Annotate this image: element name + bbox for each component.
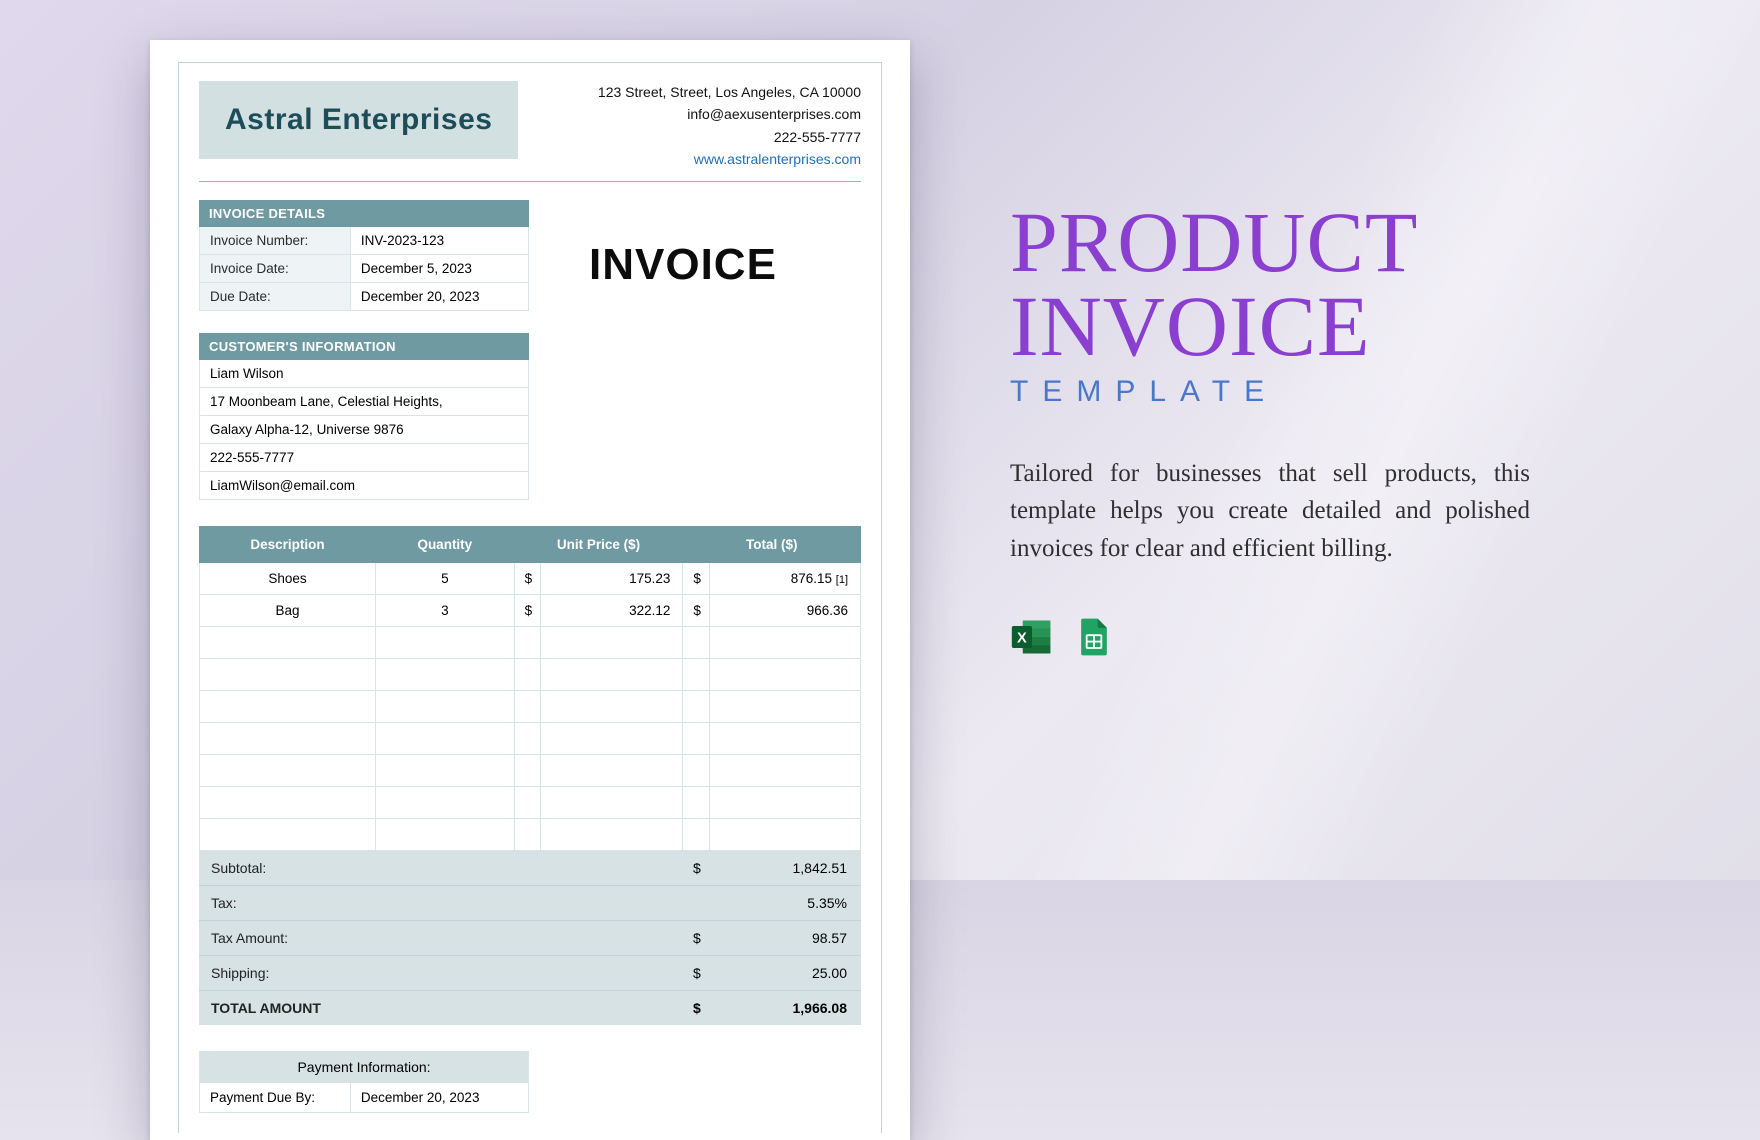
invoice-detail-row: Due Date:December 20, 2023 [199, 283, 529, 311]
total-value: 5.35% [711, 886, 861, 920]
customer-line: Liam Wilson [199, 360, 529, 388]
invoice-details-panel: INVOICE DETAILS Invoice Number:INV-2023-… [199, 200, 529, 311]
customer-line: 17 Moonbeam Lane, Celestial Heights, [199, 388, 529, 416]
company-contact: 123 Street, Street, Los Angeles, CA 1000… [598, 81, 861, 171]
line-items-table: DescriptionQuantityUnit Price ($)Total (… [199, 526, 861, 851]
currency-symbol: $ [514, 594, 541, 626]
total-label: Shipping: [199, 956, 681, 990]
line-item-row-empty [200, 626, 861, 658]
total-label: Tax: [199, 886, 681, 920]
customer-line-text: 222-555-7777 [200, 444, 528, 471]
item-qty: 3 [376, 594, 514, 626]
customer-line: LiamWilson@email.com [199, 472, 529, 500]
currency-symbol: $ [681, 991, 711, 1025]
items-header-cell: Unit Price ($) [514, 526, 683, 562]
invoice-detail-value: December 20, 2023 [351, 283, 528, 310]
invoice-detail-value: December 5, 2023 [351, 255, 528, 282]
customer-line-text: Liam Wilson [200, 360, 528, 387]
promo-subtitle: TEMPLATE [1010, 375, 1530, 409]
promo-block: PRODUCT INVOICE TEMPLATE Tailored for bu… [1010, 200, 1530, 659]
line-item-row-empty [200, 690, 861, 722]
google-sheets-icon [1072, 615, 1116, 659]
item-total: 876.15 [1] [709, 562, 860, 594]
total-label: Tax Amount: [199, 921, 681, 955]
total-label: TOTAL AMOUNT [199, 991, 681, 1025]
invoice-detail-key: Invoice Number: [200, 227, 351, 254]
currency-symbol: $ [681, 851, 711, 885]
total-value: 98.57 [711, 921, 861, 955]
excel-icon: X [1010, 615, 1054, 659]
line-item-row-empty [200, 754, 861, 786]
header-divider [199, 181, 861, 182]
total-row: Tax: 5.35% [199, 885, 861, 920]
items-header-cell: Total ($) [683, 526, 861, 562]
currency-symbol: $ [514, 562, 541, 594]
invoice-detail-value: INV-2023-123 [351, 227, 528, 254]
line-item-row: Shoes5$175.23$876.15 [1] [200, 562, 861, 594]
customer-heading: CUSTOMER'S INFORMATION [199, 333, 529, 360]
format-icons: X [1010, 615, 1530, 659]
invoice-details-heading: INVOICE DETAILS [199, 200, 529, 227]
payment-info-heading: Payment Information: [199, 1051, 529, 1083]
item-unit-price: 175.23 [541, 562, 683, 594]
payment-value: December 20, 2023 [351, 1083, 528, 1112]
payment-key: Payment Due By: [200, 1083, 351, 1112]
company-name: Astral Enterprises [225, 103, 492, 137]
currency-symbol: $ [681, 921, 711, 955]
promo-title: PRODUCT INVOICE [1010, 200, 1530, 369]
customer-line-text: Galaxy Alpha-12, Universe 9876 [200, 416, 528, 443]
line-item-row-empty [200, 658, 861, 690]
total-value: 25.00 [711, 956, 861, 990]
total-row: Tax Amount:$98.57 [199, 920, 861, 955]
currency-symbol: $ [683, 562, 710, 594]
invoice-detail-row: Invoice Date:December 5, 2023 [199, 255, 529, 283]
total-row: Subtotal:$1,842.51 [199, 851, 861, 885]
item-unit-price: 322.12 [541, 594, 683, 626]
total-value: 1,842.51 [711, 851, 861, 885]
customer-panel: CUSTOMER'S INFORMATION Liam Wilson17 Moo… [199, 333, 529, 500]
line-item-row-empty [200, 786, 861, 818]
items-header-cell: Description [200, 526, 376, 562]
currency-symbol: $ [683, 594, 710, 626]
invoice-detail-row: Invoice Number:INV-2023-123 [199, 227, 529, 255]
customer-line-text: LiamWilson@email.com [200, 472, 528, 499]
invoice-detail-key: Due Date: [200, 283, 351, 310]
item-desc: Bag [200, 594, 376, 626]
item-desc: Shoes [200, 562, 376, 594]
line-item-row-empty [200, 722, 861, 754]
promo-description: Tailored for businesses that sell produc… [1010, 455, 1530, 568]
line-item-row-empty [200, 818, 861, 850]
company-logo-box: Astral Enterprises [199, 81, 518, 159]
customer-line-text: 17 Moonbeam Lane, Celestial Heights, [200, 388, 528, 415]
company-email: info@aexusenterprises.com [598, 103, 861, 125]
company-website-link[interactable]: www.astralenterprises.com [694, 151, 861, 167]
total-value: 1,966.08 [711, 991, 861, 1025]
customer-line: Galaxy Alpha-12, Universe 9876 [199, 416, 529, 444]
company-phone: 222-555-7777 [598, 126, 861, 148]
items-header-cell: Quantity [376, 526, 514, 562]
invoice-detail-key: Invoice Date: [200, 255, 351, 282]
invoice-document: Astral Enterprises 123 Street, Street, L… [150, 40, 910, 1140]
total-row: TOTAL AMOUNT$1,966.08 [199, 990, 861, 1025]
currency-symbol: $ [681, 956, 711, 990]
payment-row: Payment Due By:December 20, 2023 [199, 1083, 529, 1113]
customer-line: 222-555-7777 [199, 444, 529, 472]
item-qty: 5 [376, 562, 514, 594]
promo-title-line2: INVOICE [1010, 278, 1371, 374]
svg-text:X: X [1017, 631, 1027, 647]
total-label: Subtotal: [199, 851, 681, 885]
line-item-row: Bag3$322.12$966.36 [200, 594, 861, 626]
currency-symbol [681, 886, 711, 920]
total-row: Shipping:$25.00 [199, 955, 861, 990]
invoice-title: INVOICE [589, 240, 777, 290]
payment-info-panel: Payment Information: Payment Due By:Dece… [199, 1051, 529, 1113]
item-total: 966.36 [709, 594, 860, 626]
promo-title-line1: PRODUCT [1010, 194, 1418, 290]
company-address: 123 Street, Street, Los Angeles, CA 1000… [598, 81, 861, 103]
totals-panel: Subtotal:$1,842.51Tax:5.35%Tax Amount:$9… [199, 851, 861, 1025]
